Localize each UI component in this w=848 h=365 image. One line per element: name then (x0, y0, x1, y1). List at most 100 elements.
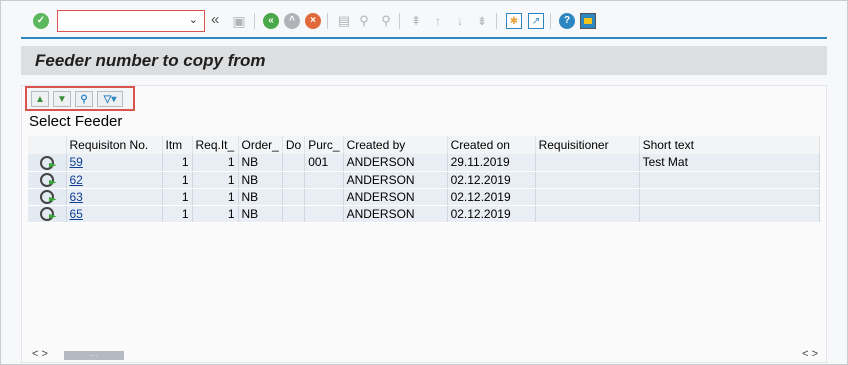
created-by-cell: ANDERSON (343, 171, 448, 189)
toolbar-separator (550, 13, 551, 29)
row-select-cell[interactable] (28, 154, 67, 172)
req-item-cell: 1 (192, 171, 239, 189)
order-type-cell: NB (238, 171, 283, 189)
back-icon[interactable]: « (263, 13, 279, 29)
execute-clock-icon[interactable] (39, 172, 54, 187)
toolbar-separator (496, 13, 497, 29)
command-input[interactable] (60, 13, 182, 29)
row-select-cell[interactable] (28, 205, 67, 223)
feeder-table: Requisiton No. Itm Req.It_ Order_ Do Pur… (28, 136, 821, 223)
chevron-down-icon[interactable]: ⌄ (189, 13, 198, 26)
short-text-cell (639, 171, 821, 189)
section-title: Select Feeder (29, 113, 123, 130)
row-select-cell[interactable] (28, 171, 67, 189)
scroll-thumb-grip: ··· (90, 351, 98, 360)
doc-cell (282, 154, 306, 172)
scroll-thumb[interactable]: ··· (64, 351, 124, 360)
save-icon[interactable]: ▣ (231, 13, 247, 29)
created-by-cell: ANDERSON (343, 188, 448, 206)
column-header-item[interactable]: Itm (162, 136, 193, 154)
execute-clock-icon[interactable] (39, 155, 54, 170)
doc-cell (282, 171, 306, 189)
double-chevron-left-icon[interactable]: « (211, 11, 219, 28)
table-row[interactable]: 65 1 1 NB ANDERSON 02.12.2019 (28, 205, 821, 223)
column-header-requisitioner[interactable]: Requisitioner (535, 136, 640, 154)
sort-ascending-icon[interactable]: ▲ (31, 91, 49, 107)
req-item-cell: 1 (192, 205, 239, 223)
scroll-left-right-arrows[interactable]: < > (32, 348, 48, 360)
order-type-cell: NB (238, 205, 283, 223)
sort-descending-icon[interactable]: ▼ (53, 91, 71, 107)
column-header-created-by[interactable]: Created by (343, 136, 448, 154)
exit-icon[interactable]: ^ (284, 13, 300, 29)
created-by-cell: ANDERSON (343, 205, 448, 223)
enter-icon[interactable]: ✓ (33, 13, 49, 29)
table-header-row: Requisiton No. Itm Req.It_ Order_ Do Pur… (28, 136, 821, 154)
requisition-number-link[interactable]: 62 (66, 171, 163, 189)
item-cell: 1 (162, 205, 193, 223)
table-row[interactable]: 59 1 1 NB 001 ANDERSON 29.11.2019 Test M… (28, 154, 821, 172)
command-field[interactable]: ⌄ (57, 10, 205, 32)
purchasing-cell (304, 171, 344, 189)
short-text-cell (639, 188, 821, 206)
column-header-doc[interactable]: Do (282, 136, 306, 154)
sap-window: ✓ ⌄ « ▣ « ^ × ▤ ⚲ ⚲ ⇞ ↑ ↓ ⇟ ✱ ↗ ? Feeder… (0, 0, 848, 365)
table-row[interactable]: 63 1 1 NB ANDERSON 02.12.2019 (28, 188, 821, 206)
created-by-cell: ANDERSON (343, 154, 448, 172)
row-select-cell[interactable] (28, 188, 67, 206)
find-icon[interactable]: ⚲ (356, 13, 372, 29)
find-icon[interactable]: ⚲ (75, 91, 93, 107)
requisitioner-cell (535, 188, 640, 206)
shortcut-icon[interactable]: ↗ (528, 13, 544, 29)
table-row[interactable]: 62 1 1 NB ANDERSON 02.12.2019 (28, 171, 821, 189)
column-header-short-text[interactable]: Short text (639, 136, 821, 154)
alv-toolbar: ▲ ▼ ⚲ ▽▾ (25, 86, 135, 111)
first-page-icon[interactable]: ⇞ (408, 13, 424, 29)
req-item-cell: 1 (192, 154, 239, 172)
item-cell: 1 (162, 171, 193, 189)
requisition-number-link[interactable]: 59 (66, 154, 163, 172)
short-text-cell: Test Mat (639, 154, 821, 172)
requisition-number-link[interactable]: 65 (66, 205, 163, 223)
order-type-cell: NB (238, 154, 283, 172)
short-text-cell (639, 205, 821, 223)
last-page-icon[interactable]: ⇟ (474, 13, 490, 29)
column-header-requisition-no[interactable]: Requisiton No. (66, 136, 163, 154)
toolbar-separator (254, 13, 255, 29)
column-header-req-item[interactable]: Req.It_ (192, 136, 239, 154)
print-icon[interactable]: ▤ (336, 13, 352, 29)
horizontal-scrollbar[interactable]: < > ··· < > (28, 348, 818, 362)
item-cell: 1 (162, 188, 193, 206)
title-bar: Feeder number to copy from (21, 46, 827, 75)
purchasing-cell (304, 188, 344, 206)
execute-clock-icon[interactable] (39, 189, 54, 204)
requisitioner-cell (535, 205, 640, 223)
execute-clock-icon[interactable] (39, 206, 54, 221)
page-title: Feeder number to copy from (35, 51, 266, 70)
customize-layout-icon[interactable] (580, 13, 596, 29)
scroll-right-arrows[interactable]: < > (802, 348, 818, 360)
find-next-icon[interactable]: ⚲ (378, 13, 394, 29)
req-item-cell: 1 (192, 188, 239, 206)
column-header-created-on[interactable]: Created on (447, 136, 536, 154)
doc-cell (282, 205, 306, 223)
column-header-purchasing[interactable]: Purc_ (304, 136, 344, 154)
system-toolbar: ✓ ⌄ « ▣ « ^ × ▤ ⚲ ⚲ ⇞ ↑ ↓ ⇟ ✱ ↗ ? (1, 1, 847, 39)
filter-icon[interactable]: ▽▾ (97, 91, 123, 107)
column-header-order[interactable]: Order_ (238, 136, 283, 154)
previous-page-icon[interactable]: ↑ (430, 13, 446, 29)
cancel-icon[interactable]: × (305, 13, 321, 29)
column-header-select[interactable] (28, 136, 67, 154)
requisitioner-cell (535, 171, 640, 189)
next-page-icon[interactable]: ↓ (452, 13, 468, 29)
help-icon[interactable]: ? (559, 13, 575, 29)
toolbar-accent-line (21, 37, 827, 39)
item-cell: 1 (162, 154, 193, 172)
purchasing-cell (304, 205, 344, 223)
created-on-cell: 02.12.2019 (447, 205, 536, 223)
purchasing-cell: 001 (304, 154, 344, 172)
requisition-number-link[interactable]: 63 (66, 188, 163, 206)
created-on-cell: 02.12.2019 (447, 188, 536, 206)
requisitioner-cell (535, 154, 640, 172)
create-session-icon[interactable]: ✱ (506, 13, 522, 29)
